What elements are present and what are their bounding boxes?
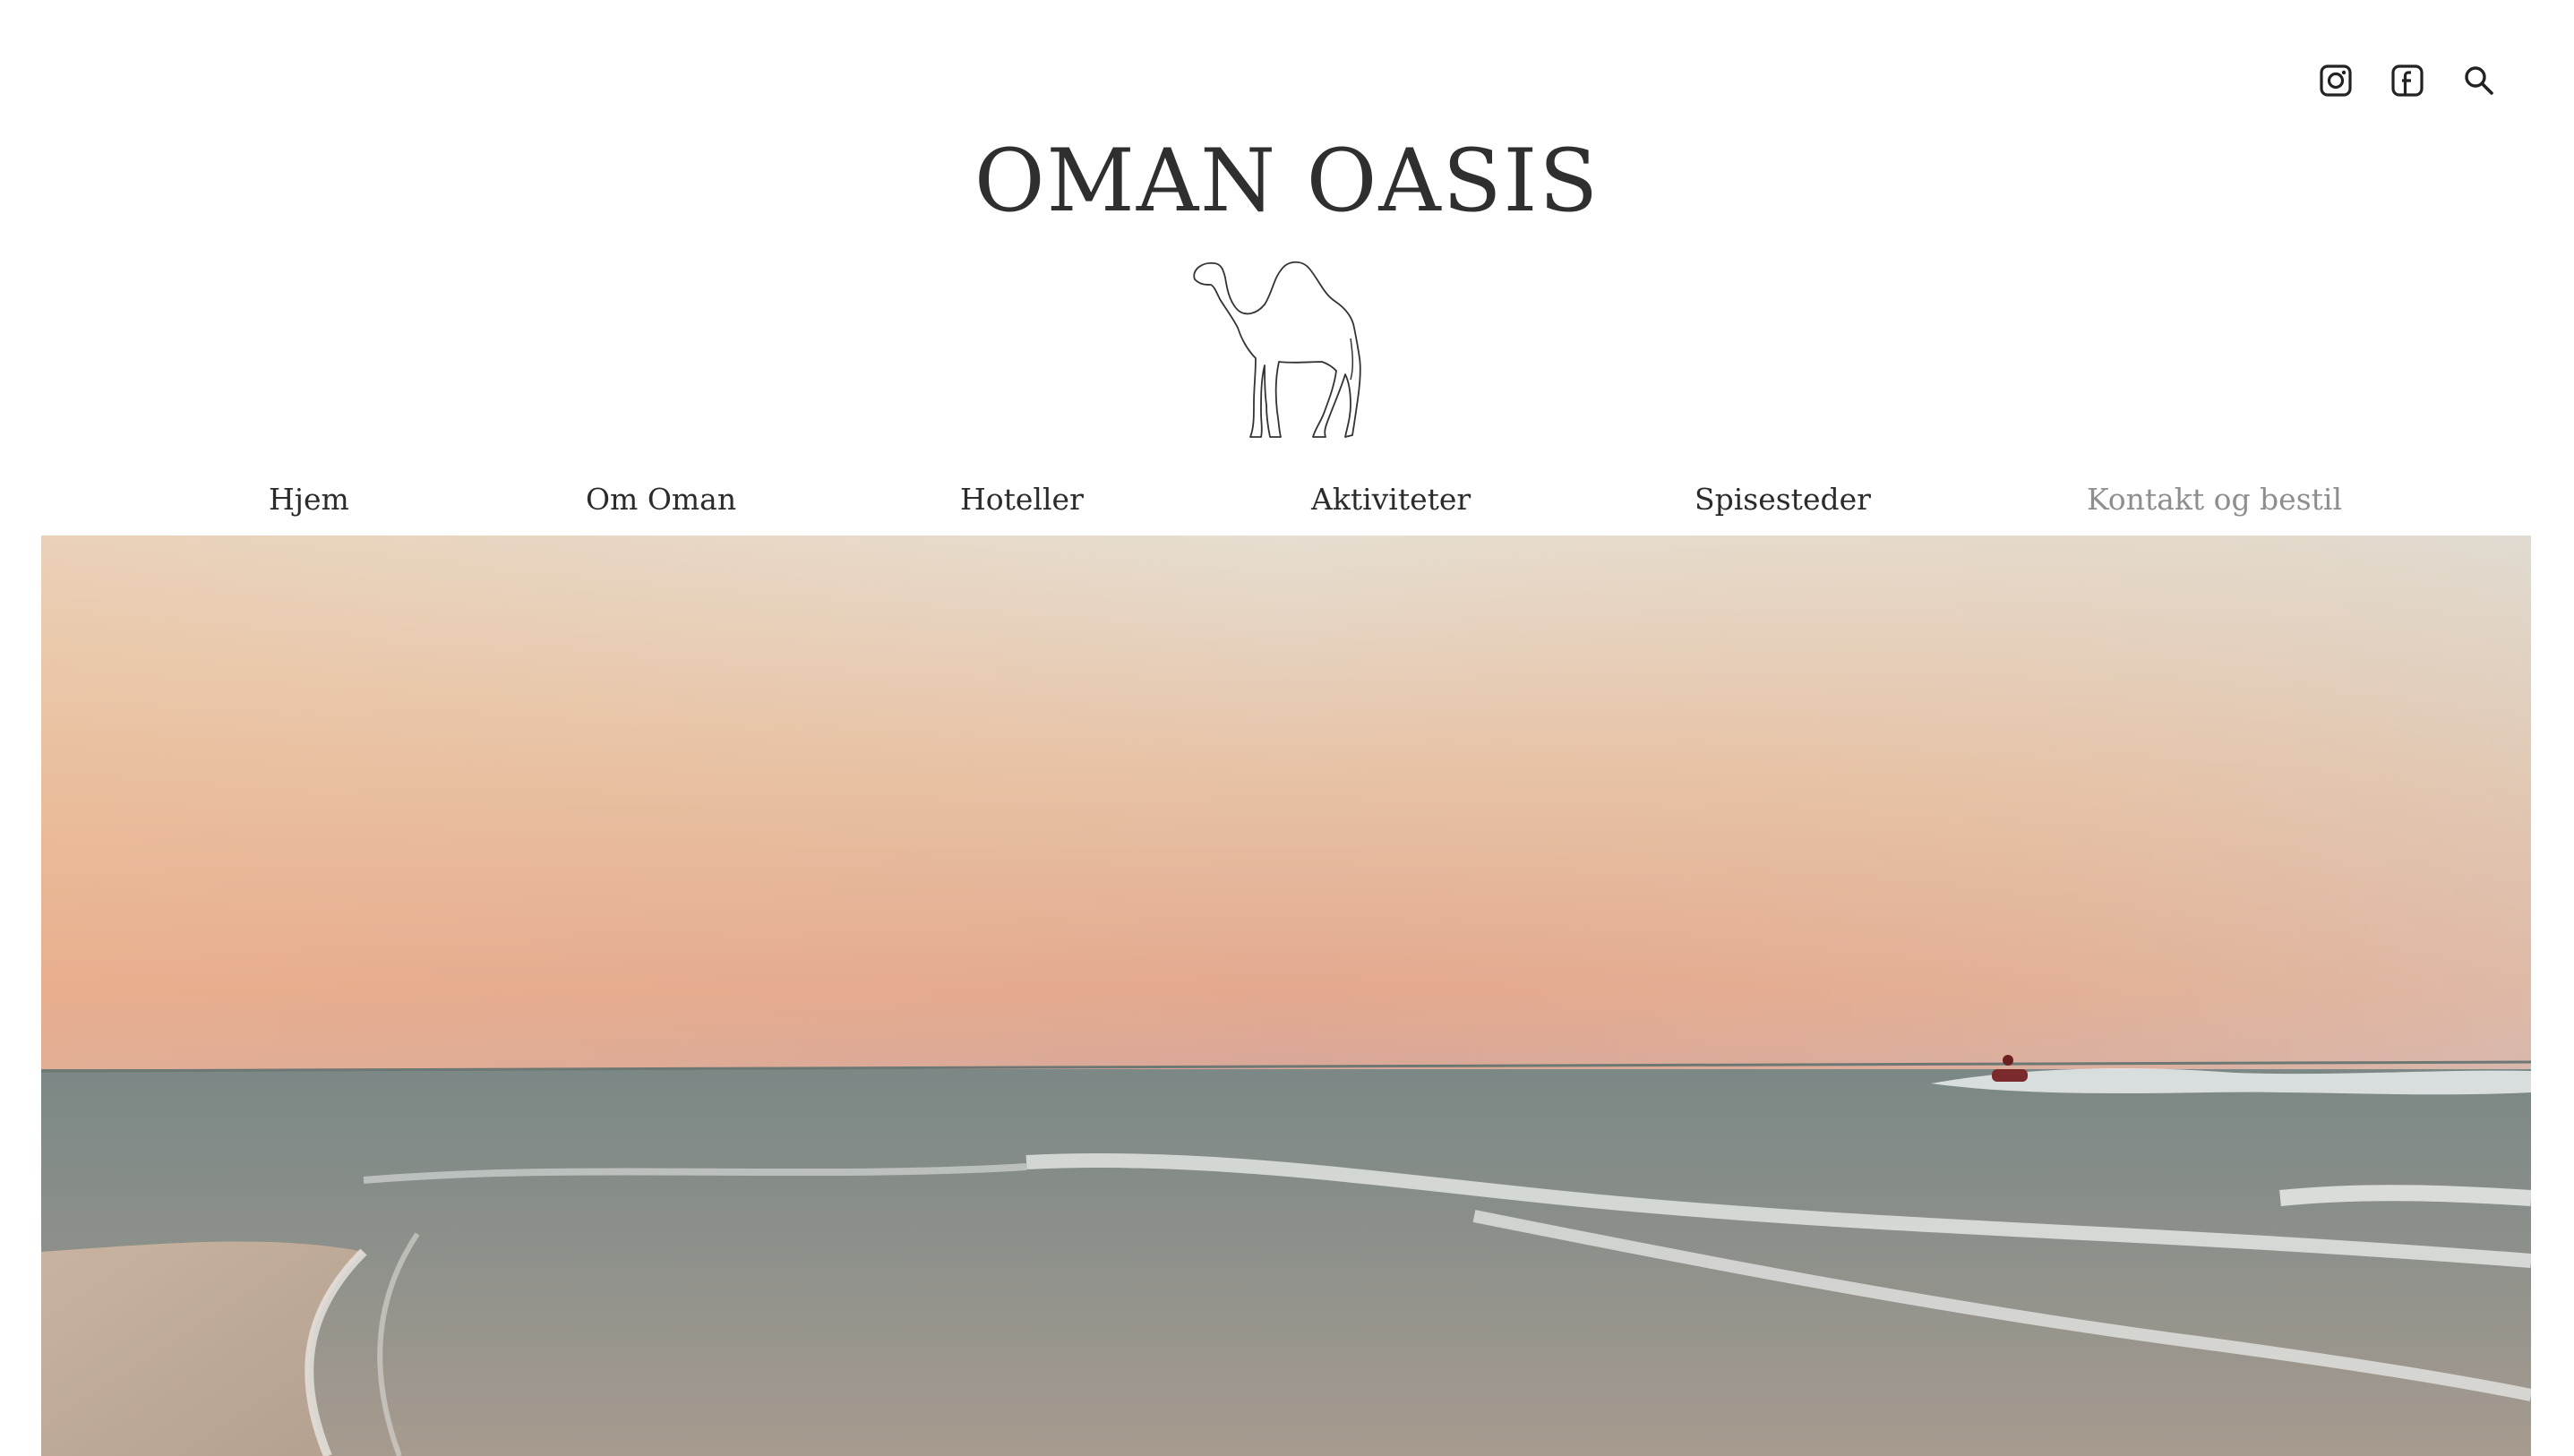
facebook-link[interactable]: [2372, 57, 2443, 104]
camel-icon: [1193, 261, 1361, 438]
instagram-link[interactable]: [2300, 57, 2372, 104]
main-nav: Hjem Om Oman Hoteller Aktiviteter Spises…: [41, 475, 2531, 525]
hero-image: [41, 535, 2531, 1456]
nav-item-kontakt-og-bestil[interactable]: Kontakt og bestil: [2087, 475, 2342, 525]
beach-sunset-image: [41, 535, 2531, 1456]
social-and-search-bar: [2300, 57, 2515, 104]
search-icon: [2463, 64, 2495, 97]
nav-item-spisesteder[interactable]: Spisesteder: [1695, 475, 1871, 525]
page: OMAN OASIS Hjem Om Oman Hoteller Aktivit…: [0, 0, 2574, 1456]
nav-item-hjem[interactable]: Hjem: [269, 475, 349, 525]
instagram-icon: [2319, 64, 2353, 98]
site-title[interactable]: OMAN OASIS: [0, 127, 2574, 235]
nav-item-om-oman[interactable]: Om Oman: [586, 475, 736, 525]
nav-item-hoteller[interactable]: Hoteller: [960, 475, 1084, 525]
search-button[interactable]: [2443, 57, 2515, 104]
camel-logo[interactable]: [1175, 253, 1390, 441]
facebook-icon: [2390, 64, 2424, 98]
nav-item-aktiviteter[interactable]: Aktiviteter: [1311, 475, 1471, 525]
